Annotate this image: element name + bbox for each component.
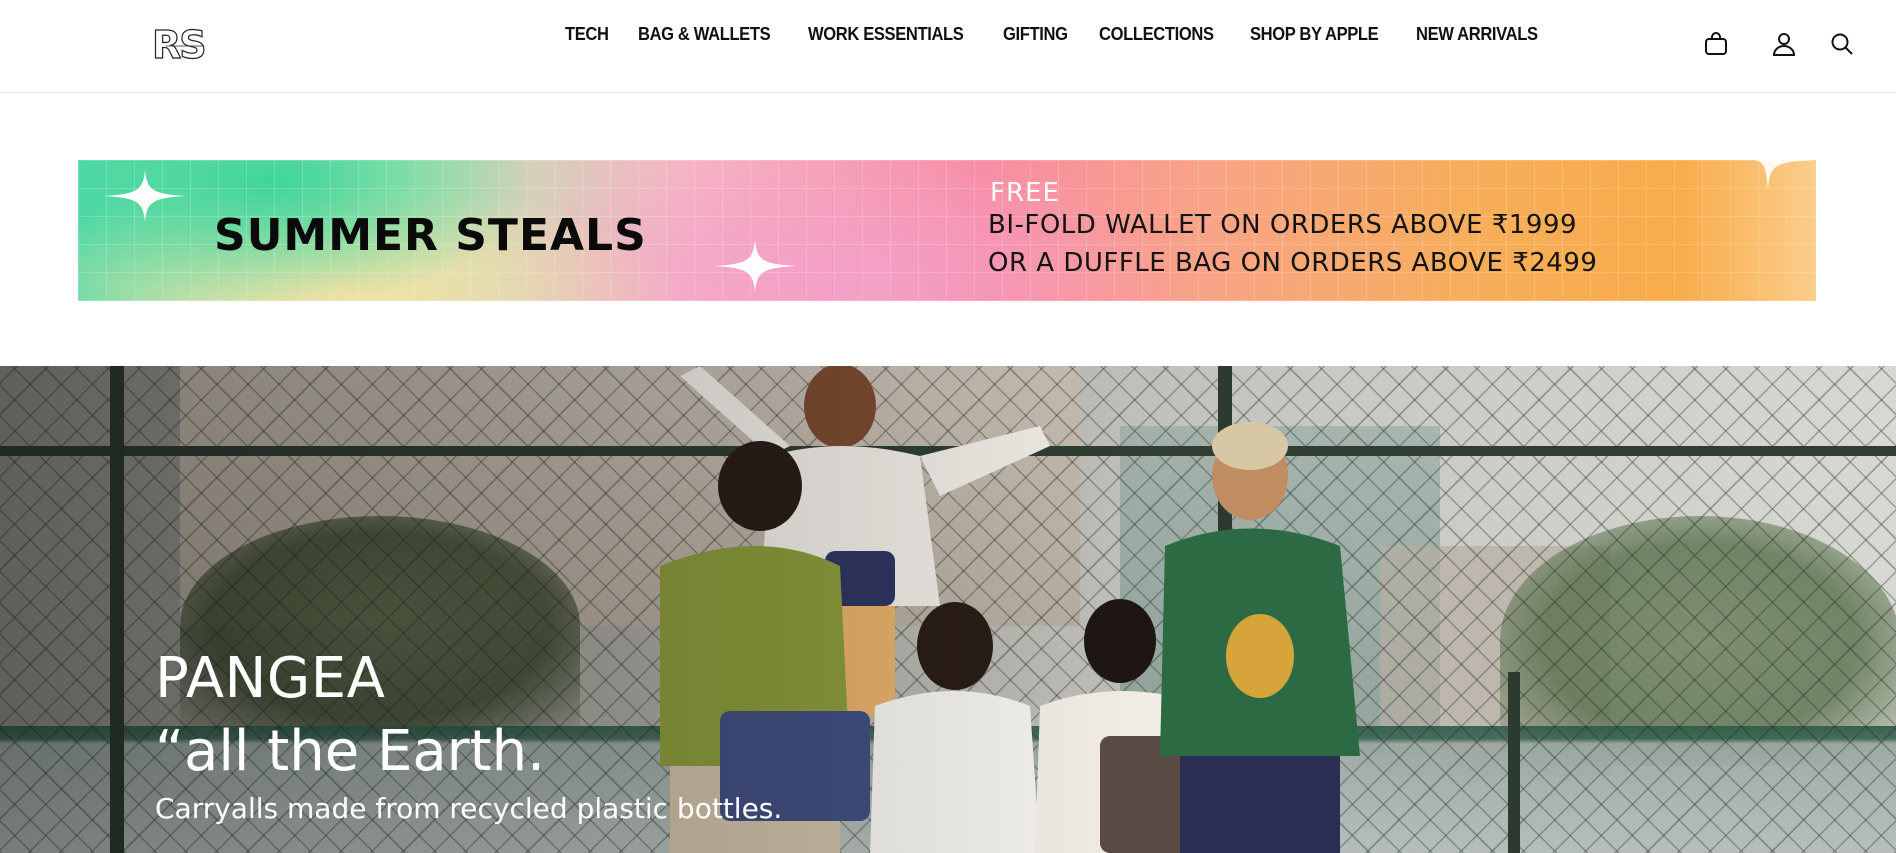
rs-logo-svg: RS [151, 22, 207, 67]
hero-banner[interactable]: PANGEA “all the Earth. Carryalls made fr… [0, 366, 1896, 853]
nav-item-shop-by-apple[interactable]: SHOP BY APPLE [1250, 24, 1379, 45]
bag-icon-svg [1705, 32, 1727, 55]
sparkle-icon [714, 240, 796, 292]
nav-item-bag-wallets[interactable]: BAG & WALLETS [638, 24, 771, 45]
search-icon[interactable] [1829, 31, 1857, 59]
promo-banner[interactable]: SUMMER STEALS FREE BI-FOLD WALLET ON ORD… [78, 160, 1816, 301]
svg-text:RS: RS [152, 24, 205, 64]
user-icon-svg [1772, 33, 1796, 56]
banner-free-label: FREE [990, 178, 1060, 208]
hero-subtitle: Carryalls made from recycled plastic bot… [155, 792, 783, 825]
nav-item-new-arrivals[interactable]: NEW ARRIVALS [1416, 24, 1538, 45]
hero-quote: “all the Earth. [155, 719, 545, 784]
search-icon-svg [1831, 33, 1853, 55]
main-nav: TECH BAG & WALLETS WORK ESSENTIALS GIFTI… [565, 24, 1574, 45]
nav-item-tech[interactable]: TECH [565, 24, 609, 45]
hero-title: PANGEA [155, 646, 386, 711]
banner-offer-line-2: OR A DUFFLE BAG ON ORDERS ABOVE ₹2499 [988, 248, 1598, 278]
banner-title: SUMMER STEALS [214, 210, 647, 261]
banner-offer-line-1: BI-FOLD WALLET ON ORDERS ABOVE ₹1999 [988, 210, 1578, 240]
nav-item-gifting[interactable]: GIFTING [1003, 24, 1068, 45]
rs-logo-icon[interactable]: RS [151, 22, 218, 67]
user-icon[interactable] [1771, 31, 1799, 59]
sparkle-icon [1754, 160, 1816, 190]
sparkle-icon [104, 170, 186, 222]
bag-icon[interactable] [1703, 31, 1731, 59]
site-header: RS TECH BAG & WALLETS WORK ESSENTIALS GI… [0, 0, 1896, 93]
nav-item-work-essentials[interactable]: WORK ESSENTIALS [808, 24, 964, 45]
nav-item-collections[interactable]: COLLECTIONS [1099, 24, 1214, 45]
